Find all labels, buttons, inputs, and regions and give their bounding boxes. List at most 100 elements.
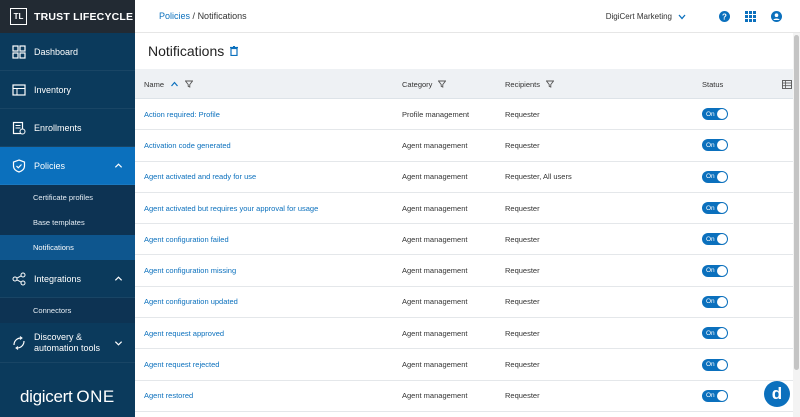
notification-name-link[interactable]: Agent restored <box>144 381 193 411</box>
notification-name-link[interactable]: Agent activated and ready for use <box>144 162 256 192</box>
status-toggle[interactable]: On <box>702 295 728 308</box>
sidebar-item-label: Dashboard <box>34 46 79 57</box>
filter-icon[interactable] <box>185 80 194 88</box>
column-header-recipients[interactable]: Recipients <box>505 69 555 99</box>
sidebar-item-inventory[interactable]: Inventory <box>0 71 135 109</box>
table-row[interactable]: Activation code generated Agent managemen… <box>135 130 798 162</box>
help-icon[interactable]: ? <box>718 11 730 23</box>
inventory-icon <box>12 83 26 97</box>
status-toggle-label: On <box>706 110 715 118</box>
column-header-category[interactable]: Category <box>402 69 447 99</box>
sidebar-item-integrations[interactable]: Integrations <box>0 260 135 298</box>
notification-category: Agent management <box>402 328 468 338</box>
chat-button[interactable]: d <box>764 381 790 407</box>
status-toggle-label: On <box>706 141 715 149</box>
table-row[interactable]: Agent request approved Agent management Re… <box>135 318 798 350</box>
notification-category: Agent management <box>402 203 468 213</box>
sidebar-item-enrollments[interactable]: Enrollments <box>0 109 135 147</box>
table-header: Name Category Recipients Status <box>135 69 798 99</box>
page-header: Notifications <box>135 33 800 69</box>
column-header-name[interactable]: Name <box>144 69 194 99</box>
org-selector[interactable]: DigiCert Marketing <box>606 12 686 21</box>
brand-header: TL TRUST LIFECYCLE <box>0 0 135 33</box>
notification-name-link[interactable]: Action required: Profile <box>144 99 220 129</box>
sidebar-item-policies[interactable]: Policies <box>0 147 135 185</box>
sidebar-subitem-notifications[interactable]: Notifications <box>0 235 135 260</box>
breadcrumb-current: Notifications <box>197 11 247 21</box>
sidebar-item-discovery[interactable]: Discovery & automation tools <box>0 323 135 363</box>
scrollbar-thumb[interactable] <box>794 35 799 370</box>
notification-name-link[interactable]: Agent configuration updated <box>144 287 238 317</box>
org-name: DigiCert Marketing <box>605 12 672 21</box>
notification-category: Agent management <box>402 234 468 244</box>
notification-name-link[interactable]: Agent request approved <box>144 318 224 348</box>
apps-grid-icon[interactable] <box>744 11 756 23</box>
integrations-icon <box>12 272 26 286</box>
svg-text:?: ? <box>722 12 727 21</box>
sidebar-subitem-base-templates[interactable]: Base templates <box>0 210 135 235</box>
sidebar-item-label: Integrations <box>34 273 82 284</box>
toggle-knob <box>717 265 727 276</box>
notification-name-link[interactable]: Activation code generated <box>144 130 231 160</box>
status-toggle[interactable]: On <box>702 327 728 340</box>
column-settings-icon[interactable] <box>776 69 792 99</box>
table-row[interactable]: Agent restored Agent management Requester O… <box>135 381 798 412</box>
notification-recipients: Requester <box>505 266 540 276</box>
status-toggle[interactable]: On <box>702 170 728 183</box>
sidebar-subitem-certificate-profiles[interactable]: Certificate profiles <box>0 185 135 210</box>
scrollbar[interactable] <box>793 33 800 417</box>
table-body: Action required: Profile Profile manageme… <box>135 99 798 412</box>
notification-category: Agent management <box>402 266 468 276</box>
table-row[interactable]: Agent configuration missing Agent managem… <box>135 255 798 287</box>
filter-icon[interactable] <box>438 80 447 88</box>
user-account-icon[interactable] <box>770 11 782 23</box>
notification-name-link[interactable]: Agent configuration missing <box>144 255 236 285</box>
discovery-icon <box>12 335 26 350</box>
sidebar-item-label: Policies <box>34 160 66 171</box>
notification-recipients: Requester <box>505 109 540 119</box>
chevron-down-icon <box>678 14 686 19</box>
table-row[interactable]: Agent request rejected Agent management Re… <box>135 349 798 381</box>
shield-icon <box>12 158 26 173</box>
trash-icon[interactable] <box>230 46 240 57</box>
table-row[interactable]: Agent activated but requires your approv… <box>135 193 798 225</box>
status-toggle[interactable]: On <box>702 358 728 371</box>
dashboard-icon <box>12 44 26 59</box>
status-toggle[interactable]: On <box>702 233 728 246</box>
page-title: Notifications <box>148 43 225 59</box>
sidebar-item-dashboard[interactable]: Dashboard <box>0 33 135 71</box>
notification-name-link[interactable]: Agent configuration failed <box>144 224 229 254</box>
status-toggle-label: On <box>706 267 715 275</box>
sidebar: TL TRUST LIFECYCLE Dashboard Inventory E… <box>0 0 135 417</box>
breadcrumb-policies-link[interactable]: Policies <box>159 11 190 21</box>
toggle-knob <box>717 109 727 120</box>
sort-icon[interactable] <box>170 80 179 89</box>
notifications-table: Name Category Recipients Status Action r… <box>135 69 798 412</box>
column-header-status[interactable]: Status <box>702 69 723 99</box>
status-toggle[interactable]: On <box>702 389 728 402</box>
notification-category: Agent management <box>402 140 468 150</box>
sidebar-subitem-connectors[interactable]: Connectors <box>0 298 135 323</box>
status-toggle-label: On <box>706 392 715 400</box>
notification-category: Agent management <box>402 172 468 182</box>
table-row[interactable]: Agent activated and ready for use Agent m… <box>135 162 798 193</box>
toggle-knob <box>717 359 727 370</box>
status-toggle-label: On <box>706 361 715 369</box>
topbar-actions: DigiCert Marketing ? <box>606 0 782 33</box>
breadcrumb-separator: / <box>192 11 196 21</box>
notification-category: Profile management <box>402 109 470 119</box>
table-row[interactable]: Agent configuration updated Agent managem… <box>135 287 798 319</box>
notification-recipients: Requester <box>505 234 540 244</box>
status-toggle-label: On <box>706 173 715 181</box>
status-toggle[interactable]: On <box>702 108 728 121</box>
table-row[interactable]: Agent configuration failed Agent manageme… <box>135 224 798 256</box>
notification-name-link[interactable]: Agent activated but requires your approv… <box>144 193 318 223</box>
table-row[interactable]: Action required: Profile Profile manageme… <box>135 99 798 131</box>
enrollments-icon <box>12 121 26 135</box>
status-toggle[interactable]: On <box>702 202 728 215</box>
status-toggle[interactable]: On <box>702 264 728 277</box>
status-toggle-label: On <box>706 298 715 306</box>
filter-icon[interactable] <box>546 80 555 88</box>
notification-name-link[interactable]: Agent request rejected <box>144 349 219 379</box>
status-toggle[interactable]: On <box>702 139 728 152</box>
